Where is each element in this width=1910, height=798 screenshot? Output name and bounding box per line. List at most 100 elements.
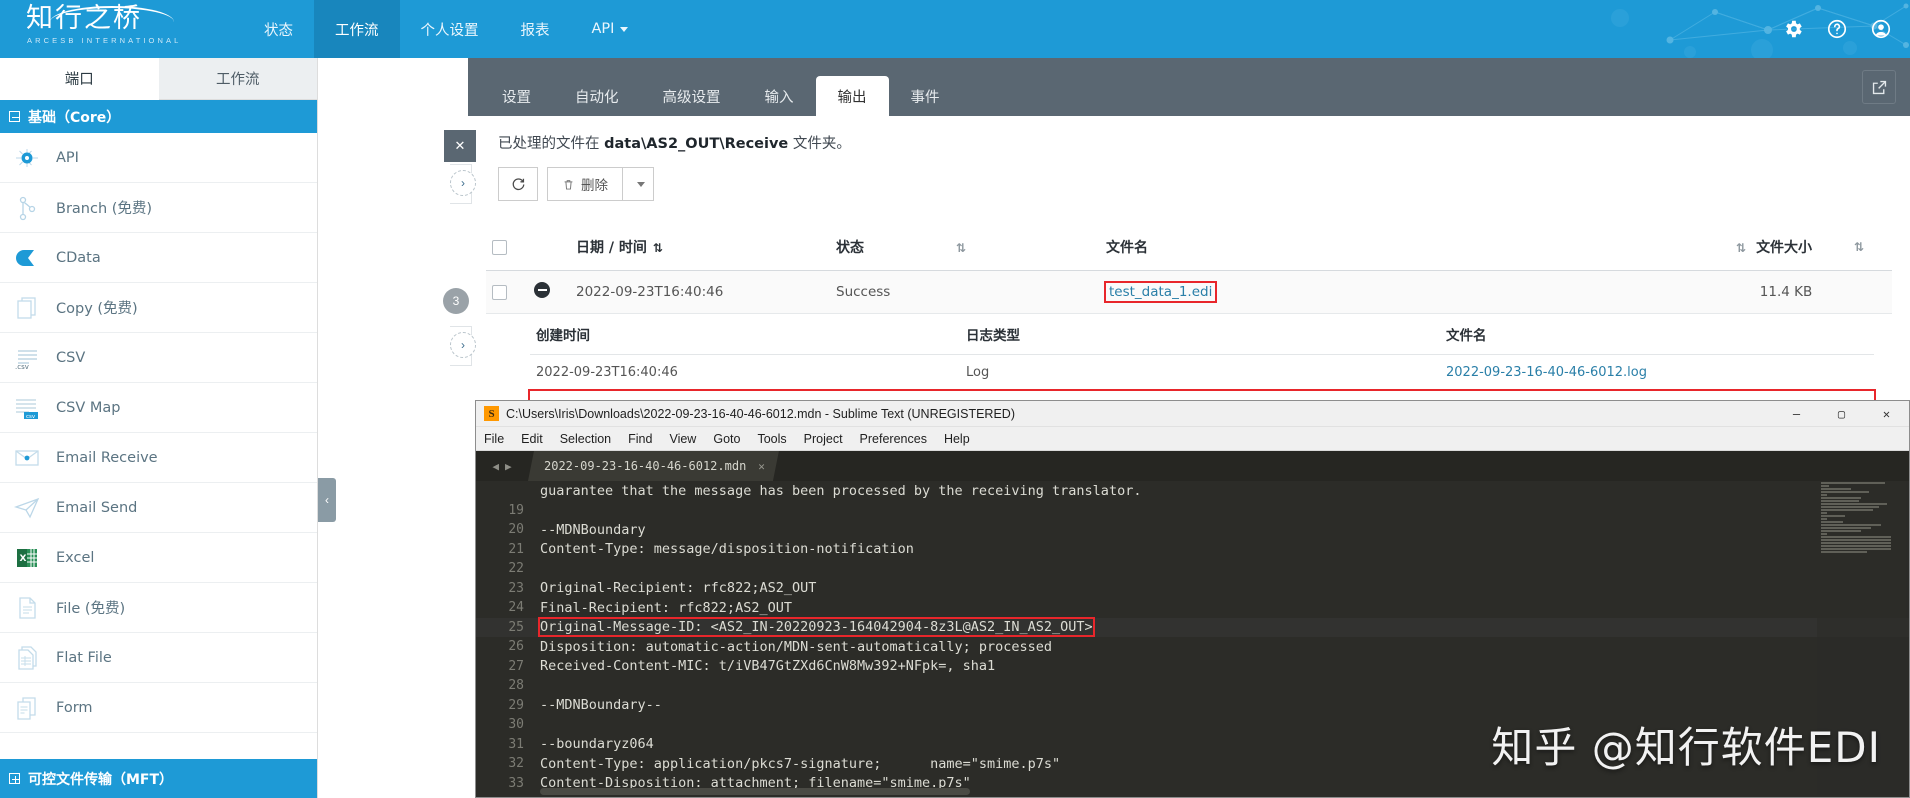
tab-events[interactable]: 事件 bbox=[889, 76, 962, 116]
menu-selection[interactable]: Selection bbox=[560, 432, 611, 446]
nav-item-api[interactable]: API bbox=[571, 0, 650, 58]
description-path: data\AS2_OUT\Receive bbox=[604, 136, 789, 152]
user-avatar-icon[interactable] bbox=[1870, 18, 1892, 40]
csv-map-icon: csv bbox=[12, 395, 42, 421]
menu-view[interactable]: View bbox=[669, 432, 696, 446]
tab-output[interactable]: 输出 bbox=[815, 76, 889, 116]
menu-find[interactable]: Find bbox=[628, 432, 652, 446]
maximize-button[interactable]: ▢ bbox=[1819, 401, 1864, 427]
sidebar-item-email-send[interactable]: Email Send bbox=[0, 483, 317, 533]
plus-square-icon bbox=[9, 773, 20, 784]
line-number: 29 bbox=[508, 697, 524, 713]
sidebar-item-csv[interactable]: .csv CSV bbox=[0, 333, 317, 383]
line-number: 23 bbox=[508, 580, 524, 596]
sidebar-tab-workflow[interactable]: 工作流 bbox=[158, 58, 317, 100]
sort-desc-icon[interactable]: ⇅ bbox=[653, 241, 663, 255]
window-controls: — ▢ ✕ bbox=[1774, 401, 1909, 427]
select-all-checkbox[interactable] bbox=[492, 239, 507, 255]
api-gear-icon bbox=[12, 145, 42, 171]
sub-col-created: 创建时间 bbox=[530, 314, 960, 355]
close-button[interactable]: ✕ bbox=[1864, 401, 1909, 427]
line-number: 20 bbox=[508, 522, 524, 538]
row-datetime: 2022-09-23T16:40:46 bbox=[570, 270, 830, 314]
menu-preferences[interactable]: Preferences bbox=[860, 432, 927, 446]
tab-automation[interactable]: 自动化 bbox=[553, 76, 641, 116]
row-checkbox[interactable] bbox=[492, 284, 507, 300]
tab-label: 高级设置 bbox=[662, 89, 721, 106]
subtable-header-row: 创建时间 日志类型 文件名 bbox=[530, 314, 1874, 355]
left-sidebar: 端口 工作流 基础（Core） API Branch (免费) CData Co… bbox=[0, 58, 318, 798]
app-logo[interactable]: 知行之桥 ARCESB INTERNATIONAL bbox=[22, 4, 202, 56]
menu-project[interactable]: Project bbox=[804, 432, 843, 446]
collapse-circle-icon[interactable] bbox=[534, 282, 550, 298]
delete-dropdown-button[interactable] bbox=[622, 167, 654, 201]
table-header-row: 日期 / 时间 ⇅ 状态 ⇅ 文件名 ⇅ 文件大小 ⇅ bbox=[486, 227, 1892, 271]
sidebar-group-mft[interactable]: 可控文件传输（MFT） bbox=[0, 759, 317, 798]
expand-arrow-icon[interactable]: › bbox=[450, 332, 476, 358]
menu-goto[interactable]: Goto bbox=[713, 432, 740, 446]
menu-tools[interactable]: Tools bbox=[757, 432, 786, 446]
sidebar-item-form[interactable]: Form bbox=[0, 683, 317, 733]
menu-edit[interactable]: Edit bbox=[521, 432, 543, 446]
col-filename[interactable]: 文件名 bbox=[1100, 227, 1730, 271]
sidebar-item-api[interactable]: API bbox=[0, 133, 317, 183]
gear-icon[interactable] bbox=[1782, 18, 1804, 40]
col-datetime[interactable]: 日期 / 时间 ⇅ bbox=[570, 227, 830, 271]
line-number: 33 bbox=[508, 775, 524, 791]
sidebar-item-branch[interactable]: Branch (免费) bbox=[0, 183, 317, 233]
expand-arrow-icon[interactable]: › bbox=[450, 170, 476, 196]
external-link-icon[interactable] bbox=[1862, 70, 1896, 104]
sort-icon[interactable]: ⇅ bbox=[1854, 240, 1864, 254]
sub-col-logtype: 日志类型 bbox=[960, 314, 1440, 355]
sidebar-tab-ports[interactable]: 端口 bbox=[0, 58, 159, 100]
nav-item-workflow[interactable]: 工作流 bbox=[314, 0, 400, 58]
sidebar-group-core[interactable]: 基础（Core） bbox=[0, 100, 317, 133]
row-filename-link[interactable]: test_data_1.edi bbox=[1109, 284, 1212, 300]
line-text: Original-Recipient: rfc822;AS2_OUT bbox=[540, 580, 817, 597]
col-status[interactable]: 状态 ⇅ bbox=[830, 227, 1100, 271]
col-filesize[interactable]: ⇅ 文件大小 bbox=[1730, 227, 1842, 271]
tab-advanced-settings[interactable]: 高级设置 bbox=[641, 76, 743, 116]
close-icon[interactable]: ✕ bbox=[444, 130, 476, 162]
tab-input[interactable]: 输入 bbox=[743, 76, 816, 116]
col-status-label: 状态 bbox=[836, 240, 864, 256]
cdata-icon bbox=[12, 245, 42, 271]
refresh-button[interactable] bbox=[498, 167, 538, 201]
sub-row-logtype: Log bbox=[960, 354, 1440, 391]
sub-row-filename-link[interactable]: 2022-09-23-16-40-46-6012.log bbox=[1446, 365, 1647, 380]
sort-icon[interactable]: ⇅ bbox=[1736, 241, 1746, 255]
line-number: 19 bbox=[508, 502, 524, 518]
table-row[interactable]: 2022-09-23T16:40:46 Success test_data_1.… bbox=[486, 270, 1892, 314]
sidebar-collapse-handle[interactable]: ‹ bbox=[318, 478, 336, 522]
sidebar-item-copy[interactable]: Copy (免费) bbox=[0, 283, 317, 333]
line-text: --boundaryz064 bbox=[540, 736, 654, 753]
col-filesize-sort[interactable]: ⇅ bbox=[1842, 227, 1892, 271]
subtable-row[interactable]: 2022-09-23T16:40:46 Log 2022-09-23-16-40… bbox=[530, 354, 1874, 391]
nav-back-icon[interactable]: ◀ bbox=[492, 460, 499, 473]
nav-item-status[interactable]: 状态 bbox=[243, 0, 314, 58]
help-icon[interactable] bbox=[1826, 18, 1848, 40]
minimize-button[interactable]: — bbox=[1774, 401, 1819, 427]
nav-item-reports[interactable]: 报表 bbox=[500, 0, 571, 58]
nav-forward-icon[interactable]: ▶ bbox=[505, 460, 512, 473]
sidebar-item-flat-file[interactable]: Flat File bbox=[0, 633, 317, 683]
line-number: 30 bbox=[508, 717, 524, 733]
delete-button[interactable]: 删除 bbox=[547, 167, 622, 201]
tab-label: 输出 bbox=[837, 89, 867, 106]
nav-item-personal-settings[interactable]: 个人设置 bbox=[400, 0, 500, 58]
sidebar-item-email-receive[interactable]: Email Receive bbox=[0, 433, 317, 483]
sublime-title-bar[interactable]: S C:\Users\Iris\Downloads\2022-09-23-16-… bbox=[476, 401, 1909, 427]
sidebar-item-file[interactable]: File (免费) bbox=[0, 583, 317, 633]
menu-file[interactable]: File bbox=[484, 432, 504, 446]
sidebar-item-cdata[interactable]: CData bbox=[0, 233, 317, 283]
flat-file-icon bbox=[12, 645, 42, 671]
horizontal-scrollbar[interactable] bbox=[540, 788, 970, 795]
menu-help[interactable]: Help bbox=[944, 432, 970, 446]
sort-icon[interactable]: ⇅ bbox=[956, 241, 966, 255]
file-icon bbox=[12, 595, 42, 621]
sidebar-item-csv-map[interactable]: csv CSV Map bbox=[0, 383, 317, 433]
sidebar-item-excel[interactable]: X Excel bbox=[0, 533, 317, 583]
tab-settings[interactable]: 设置 bbox=[480, 76, 553, 116]
close-icon[interactable]: ✕ bbox=[758, 460, 765, 473]
sublime-file-tab[interactable]: 2022-09-23-16-40-46-6012.mdn ✕ bbox=[528, 451, 779, 481]
